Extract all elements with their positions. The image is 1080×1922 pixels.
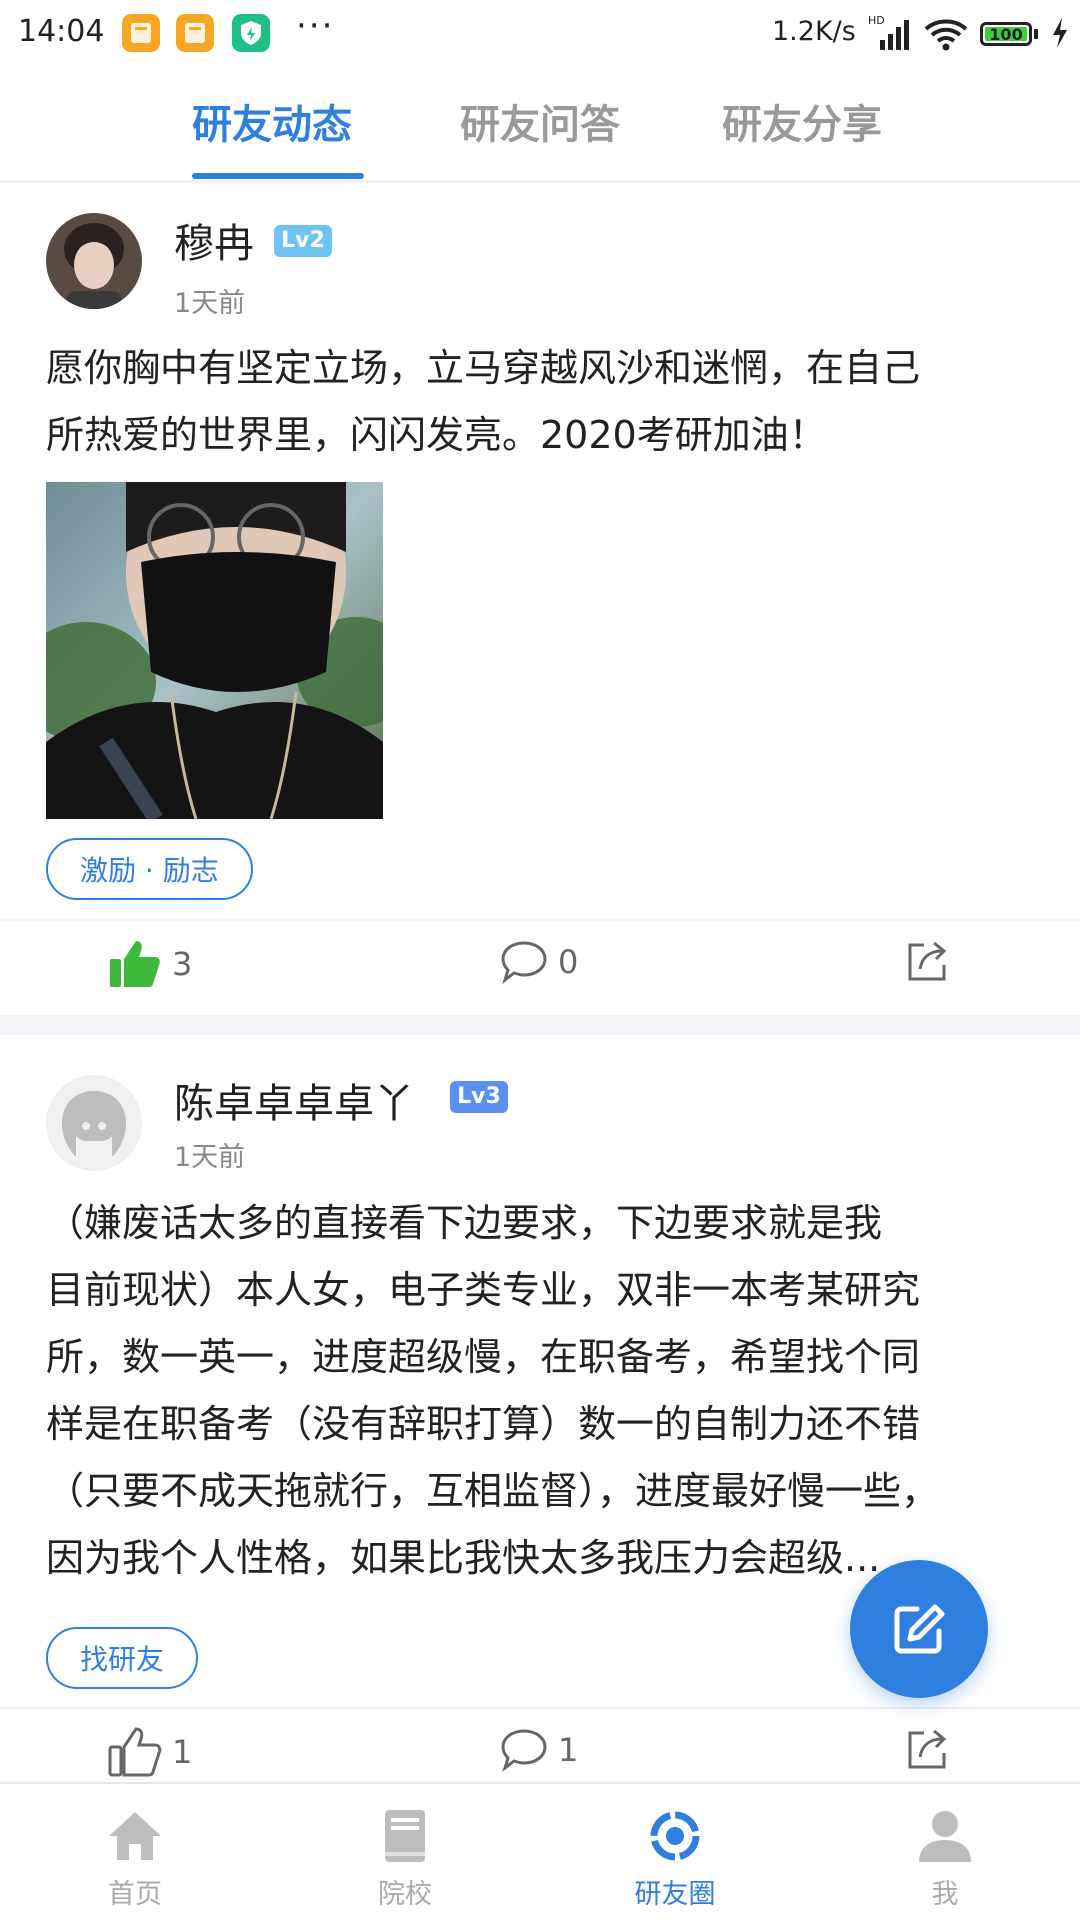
nav-schools[interactable]: 院校: [335, 1784, 475, 1922]
share-button[interactable]: [904, 939, 960, 985]
comment-button[interactable]: 1: [500, 1727, 578, 1773]
nav-me[interactable]: 我: [875, 1784, 1015, 1922]
comment-count: 1: [558, 1731, 579, 1769]
charging-icon: [1050, 16, 1070, 57]
post-content-line: 目前现状）本人女，电子类专业，双非一本考某研究: [46, 1268, 921, 1312]
nav-label: 研友圈: [634, 1879, 716, 1910]
green-shield-icon: [232, 14, 270, 52]
username[interactable]: 陈卓卓卓卓丫: [174, 1071, 414, 1129]
like-button[interactable]: 1: [108, 1727, 192, 1777]
comment-icon: [501, 941, 547, 985]
signal-icon: HD: [868, 14, 914, 56]
book-icon: [385, 1810, 425, 1862]
level-badge: Lv2: [274, 225, 332, 257]
orange-app-icon: [122, 14, 160, 52]
post-content-line: 所热爱的世界里，闪闪发亮。2020考研加油！: [46, 413, 827, 457]
tab-qa[interactable]: 研友问答: [460, 92, 620, 150]
thumbs-up-outline-icon: [108, 1727, 162, 1777]
battery-icon: 100: [980, 22, 1032, 46]
post-time: 1天前: [174, 1142, 246, 1173]
share-icon: [908, 1729, 947, 1769]
circle-icon: [650, 1811, 700, 1861]
username[interactable]: 穆冉: [174, 211, 254, 269]
battery-level: 100: [985, 27, 1027, 43]
orange-app-icon: [176, 14, 214, 52]
topic-tag[interactable]: 激励 · 励志: [46, 838, 253, 900]
avatar[interactable]: [46, 213, 142, 309]
tab-dynamics[interactable]: 研友动态: [192, 92, 352, 150]
post-content-line: （嫌废话太多的直接看下边要求，下边要求就是我: [46, 1201, 883, 1245]
network-speed: 1.2K/s: [772, 16, 856, 47]
tab-bar: 研友动态 研友问答 研友分享: [0, 72, 1080, 183]
battery-tip: [1034, 29, 1038, 39]
share-button[interactable]: [904, 1727, 960, 1773]
like-count: 1: [172, 1733, 193, 1771]
thumbs-up-icon: [110, 941, 160, 987]
tab-share[interactable]: 研友分享: [722, 92, 882, 150]
level-badge: Lv3: [450, 1081, 508, 1113]
tab-active-indicator: [192, 173, 364, 179]
network-type-label: HD: [868, 14, 885, 27]
post-content-line: 所，数一英一，进度超级慢，在职备考，希望找个同: [46, 1335, 921, 1379]
divider: [0, 1707, 1080, 1709]
avatar[interactable]: [46, 1075, 142, 1171]
home-icon: [109, 1812, 161, 1860]
nav-label: 我: [931, 1879, 959, 1910]
topic-tag[interactable]: 找研友: [46, 1627, 199, 1689]
nav-home[interactable]: 首页: [65, 1784, 205, 1922]
like-count: 3: [172, 945, 193, 983]
nav-label: 院校: [378, 1879, 432, 1910]
nav-circle[interactable]: 研友圈: [605, 1784, 745, 1922]
bottom-nav: 首页 院校 研友圈 我: [0, 1782, 1080, 1922]
share-icon: [908, 941, 947, 981]
comment-count: 0: [558, 943, 579, 981]
nav-label: 首页: [108, 1879, 162, 1910]
comment-button[interactable]: 0: [500, 939, 578, 985]
post-content-line: 样是在职备考（没有辞职打算）数一的自制力还不错: [46, 1402, 921, 1446]
wifi-icon: [924, 18, 968, 56]
divider: [0, 919, 1080, 921]
status-bar: 14:04 ··· 1.2K/s HD 100: [0, 0, 1080, 72]
edit-icon: [894, 1604, 945, 1654]
section-gap: [0, 1015, 1080, 1035]
like-button[interactable]: 3: [108, 939, 192, 989]
post-card: 穆冉 Lv2 1天前 愿你胸中有坚定立场，立马穿越风沙和迷惘，在自己 所热爱的世…: [0, 183, 1080, 1015]
post-image[interactable]: [46, 482, 383, 819]
compose-post-button[interactable]: [850, 1560, 988, 1698]
post-time: 1天前: [174, 288, 246, 319]
post-content[interactable]: 愿你胸中有坚定立场，立马穿越风沙和迷惘，在自己 所热爱的世界里，闪闪发亮。202…: [46, 335, 1036, 469]
person-icon: [919, 1811, 971, 1862]
more-notifications-icon: ···: [296, 6, 335, 46]
status-time: 14:04: [18, 14, 105, 49]
comment-icon: [501, 1729, 547, 1773]
post-content-line: 愿你胸中有坚定立场，立马穿越风沙和迷惘，在自己: [46, 346, 921, 390]
post-content-line: （只要不成天拖就行，互相监督），进度最好慢一些，: [46, 1469, 940, 1513]
post-content[interactable]: （嫌废话太多的直接看下边要求，下边要求就是我 目前现状）本人女，电子类专业，双非…: [46, 1190, 1036, 1592]
